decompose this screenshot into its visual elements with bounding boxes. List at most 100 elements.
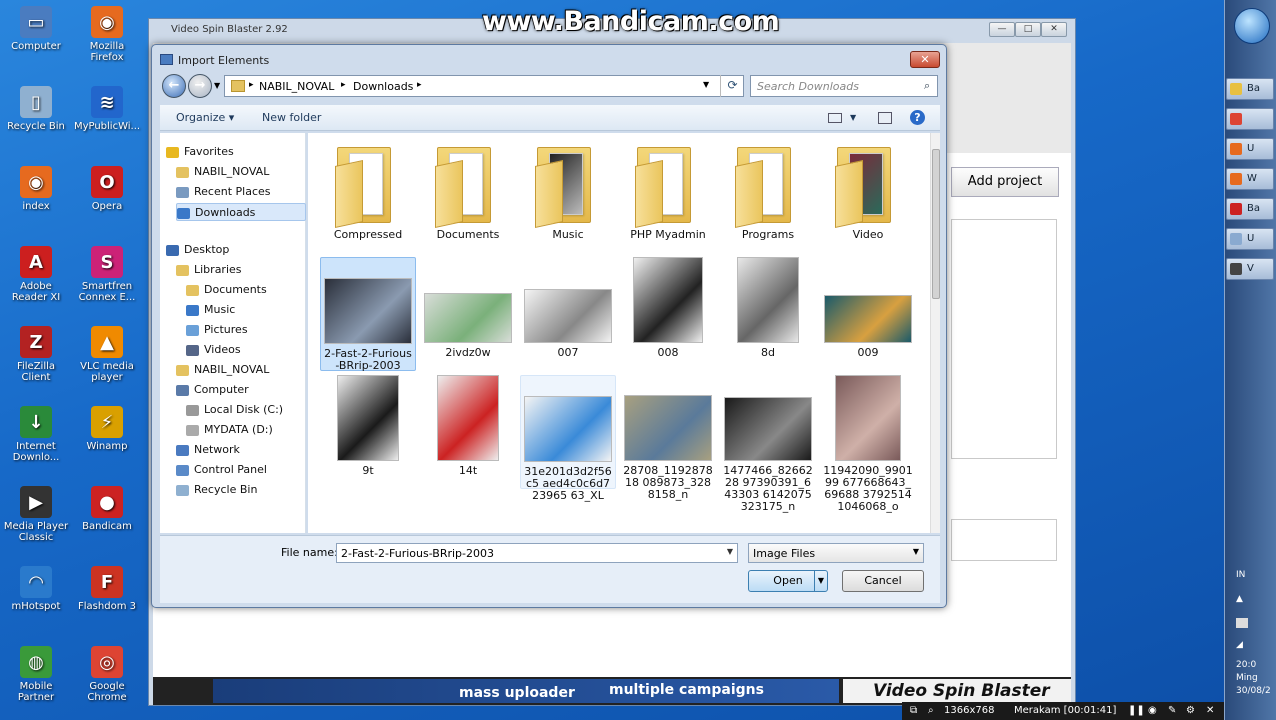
taskbar-item[interactable]: Ba xyxy=(1226,198,1274,220)
start-button-icon[interactable] xyxy=(1234,8,1270,44)
view-options-chevron-icon[interactable]: ▼ xyxy=(850,113,856,122)
search-icon[interactable]: ⌕ xyxy=(928,702,934,720)
desktop-icon[interactable]: ● Bandicam xyxy=(72,486,142,532)
file-item[interactable]: 9t xyxy=(320,375,416,489)
folder-item[interactable]: Programs xyxy=(720,139,816,253)
nav-item[interactable]: Recent Places xyxy=(176,183,271,201)
desktop-icon[interactable]: A Adobe Reader XI xyxy=(1,246,71,303)
desktop-icon[interactable]: O Opera xyxy=(72,166,142,212)
tray-network-icon[interactable] xyxy=(1236,618,1248,628)
desktop-icon[interactable]: ◍ Mobile Partner xyxy=(1,646,71,703)
desktop-icon[interactable]: Z FileZilla Client xyxy=(1,326,71,383)
desktop-icon[interactable]: ▯ Recycle Bin xyxy=(1,86,71,132)
file-item[interactable]: 009 xyxy=(820,257,916,371)
cancel-button[interactable]: Cancel xyxy=(842,570,924,592)
nav-item[interactable]: NABIL_NOVAL xyxy=(176,163,269,181)
scrollbar-thumb[interactable] xyxy=(932,149,940,299)
tray-volume-icon[interactable]: ◢ xyxy=(1236,640,1243,650)
file-type-select[interactable]: Image Files ▼ xyxy=(748,543,924,563)
recent-pages-chevron-icon[interactable]: ▼ xyxy=(214,81,220,90)
taskbar-item[interactable]: V xyxy=(1226,258,1274,280)
desktop-icon[interactable]: ≋ MyPublicWi... xyxy=(72,86,142,132)
pause-icon[interactable]: ❚❚ xyxy=(1128,702,1145,720)
file-name-input[interactable]: 2-Fast-2-Furious-BRrip-2003 ▼ xyxy=(336,543,738,563)
desktop-icon[interactable]: ◉ Mozilla Firefox xyxy=(72,6,142,63)
tray-expand-icon[interactable]: ▲ xyxy=(1236,594,1243,604)
search-input[interactable]: Search Downloads xyxy=(750,75,938,97)
nav-item[interactable]: Music xyxy=(186,301,235,319)
nav-item[interactable]: Pictures xyxy=(186,321,248,339)
tray-time[interactable]: 20:0 xyxy=(1236,660,1256,670)
open-split-chevron-icon[interactable]: ▼ xyxy=(814,571,827,591)
file-item[interactable]: 14t xyxy=(420,375,516,489)
nav-item[interactable]: Documents xyxy=(186,281,267,299)
add-project-button[interactable]: Add project xyxy=(951,167,1059,197)
folder-item[interactable]: Video xyxy=(820,139,916,253)
file-list-scrollbar[interactable] xyxy=(930,133,940,533)
desktop-icon[interactable]: F Flashdom 3 xyxy=(72,566,142,612)
change-view-icon[interactable] xyxy=(828,113,842,123)
address-bar[interactable]: ▸ NABIL_NOVAL ▸ Downloads ▸ ▼ xyxy=(224,75,744,97)
desktop-icon[interactable]: ⚡ Winamp xyxy=(72,406,142,452)
maximize-button[interactable]: □ xyxy=(1015,22,1041,37)
close-icon[interactable]: ✕ xyxy=(1206,702,1214,720)
folder-item[interactable]: Documents xyxy=(420,139,516,253)
organize-button[interactable]: Organize ▾ xyxy=(176,111,234,124)
nav-item[interactable]: Libraries xyxy=(176,261,242,279)
file-item[interactable]: 31e201d3d2f56c5 aed4c0c6d723965 63_XL xyxy=(520,375,616,502)
nav-item[interactable]: Local Disk (C:) xyxy=(186,401,283,419)
minimize-button[interactable]: — xyxy=(989,22,1015,37)
file-item[interactable]: 008 xyxy=(620,257,716,371)
file-item[interactable]: 11942090_990199 677668643_69688 37925141… xyxy=(820,375,916,513)
folder-item[interactable]: PHP Myadmin xyxy=(620,139,716,253)
desktop-icon[interactable]: S Smartfren Connex E... xyxy=(72,246,142,303)
taskbar-item[interactable] xyxy=(1226,108,1274,130)
file-item[interactable]: 1477466_8266228 97390391_643303 61420753… xyxy=(720,375,816,513)
screen-capture-icon[interactable]: ⧉ xyxy=(910,702,917,720)
desktop-icon[interactable]: ◠ mHotspot xyxy=(1,566,71,612)
preview-pane-icon[interactable] xyxy=(878,112,892,124)
file-item[interactable]: 007 xyxy=(520,257,616,371)
desktop-icon[interactable]: ▭ Computer xyxy=(1,6,71,52)
file-item[interactable]: 28708_119287818 089873_3288158_n xyxy=(620,375,716,501)
taskbar-item[interactable]: Ba xyxy=(1226,78,1274,100)
desktop-icon[interactable]: ↓ Internet Downlo... xyxy=(1,406,71,463)
taskbar-item[interactable]: U xyxy=(1226,228,1274,250)
desktop-icon[interactable]: ◎ Google Chrome xyxy=(72,646,142,703)
nav-item[interactable]: Network xyxy=(176,441,240,459)
desktop-icon[interactable]: ▶ Media Player Classic xyxy=(1,486,71,543)
file-item[interactable]: 2ivdz0w xyxy=(420,257,516,371)
new-folder-button[interactable]: New folder xyxy=(262,111,321,124)
nav-item[interactable]: Desktop xyxy=(166,241,229,259)
back-arrow-icon[interactable]: ← xyxy=(162,74,186,98)
nav-item[interactable]: Favorites xyxy=(166,143,234,161)
file-item[interactable]: 8d xyxy=(720,257,816,371)
desktop-icon[interactable]: ◉ index xyxy=(1,166,71,212)
dialog-close-button[interactable]: ✕ xyxy=(910,51,940,68)
folder-item[interactable]: Compressed xyxy=(320,139,416,253)
search-icon[interactable]: ⌕ xyxy=(924,79,930,93)
pencil-icon[interactable]: ✎ xyxy=(1168,702,1176,720)
address-dropdown-icon[interactable]: ▼ xyxy=(703,80,709,89)
nav-item[interactable]: Control Panel xyxy=(176,461,267,479)
open-button[interactable]: Open ▼ xyxy=(748,570,828,592)
folder-item[interactable]: Music xyxy=(520,139,616,253)
tray-language[interactable]: IN xyxy=(1236,570,1245,580)
nav-item[interactable]: Videos xyxy=(186,341,241,359)
close-button[interactable]: ✕ xyxy=(1041,22,1067,37)
file-name-dropdown-icon[interactable]: ▼ xyxy=(727,547,733,556)
nav-item[interactable]: Downloads xyxy=(176,203,306,221)
camera-icon[interactable]: ◉ xyxy=(1148,702,1157,720)
file-item[interactable]: 2-Fast-2-Furious-BRrip-2003 xyxy=(320,257,416,372)
desktop-icon[interactable]: ▲ VLC media player xyxy=(72,326,142,383)
nav-item[interactable]: Recycle Bin xyxy=(176,481,257,499)
nav-item[interactable]: Computer xyxy=(176,381,249,399)
nav-item[interactable]: NABIL_NOVAL xyxy=(176,361,269,379)
help-icon[interactable]: ? xyxy=(910,110,925,125)
taskbar-item[interactable]: W xyxy=(1226,168,1274,190)
settings-icon[interactable]: ⚙ xyxy=(1186,702,1195,720)
forward-arrow-icon[interactable]: → xyxy=(188,74,212,98)
breadcrumb-nabil-noval[interactable]: NABIL_NOVAL xyxy=(259,80,334,93)
refresh-icon[interactable]: ⟳ xyxy=(720,75,744,97)
taskbar-item[interactable]: U xyxy=(1226,138,1274,160)
